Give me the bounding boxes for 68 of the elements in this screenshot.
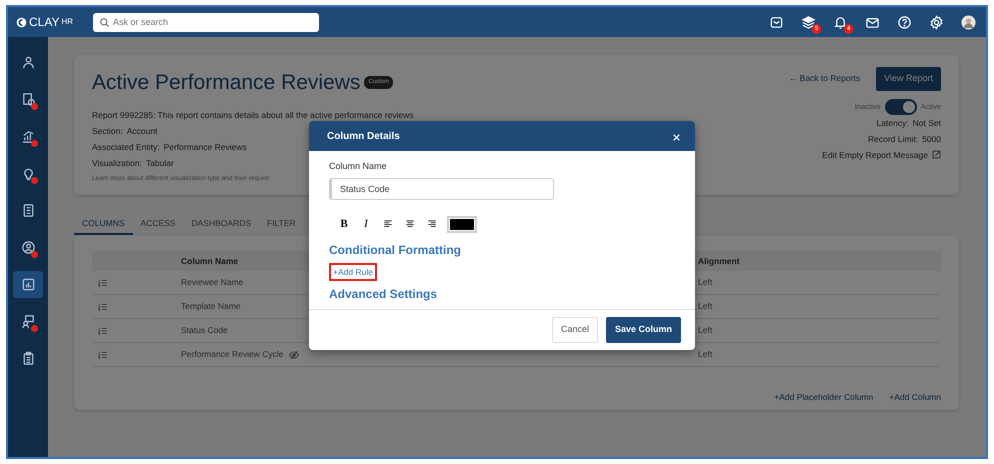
section-heading: Conditional Formatting: [329, 242, 461, 256]
report-title: Active Performance Reviews: [92, 70, 360, 96]
report-description: Report 9992285: This report contains details about all the active performance reviews: [92, 108, 414, 122]
field-label: Column Name: [329, 161, 387, 171]
drag-handle-icon[interactable]: [98, 350, 108, 360]
help-icon[interactable]: [896, 14, 912, 30]
clipboard-icon[interactable]: [20, 351, 36, 366]
align-center-icon[interactable]: [405, 219, 415, 230]
setting-value: 5000: [922, 132, 941, 146]
column-name-cell: Performance Review Cycle: [181, 348, 284, 361]
stack-icon[interactable]: [800, 14, 816, 30]
alignment-cell: Left: [698, 348, 712, 361]
field-label: Section:: [92, 124, 123, 138]
align-right-icon[interactable]: [427, 219, 437, 230]
drag-handle-icon[interactable]: [98, 302, 108, 312]
tab[interactable]: FILTER: [259, 213, 304, 235]
italic-button[interactable]: I: [359, 216, 373, 232]
document-icon[interactable]: [20, 203, 36, 218]
search-icon: [99, 16, 110, 28]
edit-icon: [932, 150, 941, 159]
field-label: Visualization:: [92, 156, 142, 170]
back-link[interactable]: ← Back to Reports: [788, 72, 860, 86]
alignment-cell: Left: [698, 276, 712, 289]
bell-icon[interactable]: [832, 14, 848, 30]
add-column-link[interactable]: +Add Column: [889, 391, 941, 404]
growth-chart-icon[interactable]: [20, 129, 36, 144]
person-circle-icon[interactable]: [20, 240, 36, 255]
add-column-link[interactable]: +Add Placeholder Column: [774, 391, 874, 404]
setting-value: Not Set: [912, 116, 941, 130]
avatar-icon[interactable]: [960, 14, 976, 30]
save-button[interactable]: Save Column: [606, 317, 681, 343]
setting-label: Latency:: [876, 116, 909, 130]
timer-icon[interactable]: [768, 14, 784, 30]
column-name-cell: Reviewee Name: [181, 276, 244, 289]
section-heading: Advanced Settings: [329, 287, 438, 302]
drag-handle-icon[interactable]: [98, 278, 108, 288]
alignment-cell: Left: [698, 324, 712, 337]
column-header: Alignment: [698, 254, 740, 268]
logo[interactable]: CLAY $^{HR}$: [16, 13, 74, 31]
view-report-button[interactable]: View Report: [876, 67, 941, 90]
align-left-icon[interactable]: [383, 219, 393, 230]
column-name-cell: Status Code: [181, 324, 228, 337]
color-swatch[interactable]: [447, 216, 477, 232]
alignment-cell: Left: [698, 300, 712, 313]
column-header: Column Name: [181, 254, 238, 268]
field-value: Account: [126, 124, 158, 138]
people-icon[interactable]: [20, 55, 36, 70]
toggle-switch[interactable]: [884, 98, 917, 114]
field-value: Tabular: [146, 156, 174, 170]
cancel-button[interactable]: Cancel: [552, 317, 598, 343]
column-name-field[interactable]: Status Code: [329, 178, 554, 200]
settings-icon[interactable]: [928, 14, 944, 30]
drag-handle-icon[interactable]: [98, 326, 108, 336]
sidebar-button[interactable]: [13, 271, 43, 298]
tab[interactable]: DASHBOARDS: [183, 213, 259, 235]
bold-button[interactable]: B: [337, 216, 351, 232]
field-value: Performance Reviews: [164, 140, 247, 154]
add-rule-link[interactable]: +Add Rule: [329, 262, 377, 282]
bar-chart-icon[interactable]: [20, 277, 36, 292]
report-icon[interactable]: [20, 92, 36, 107]
edit-message-link[interactable]: Edit Empty Report Message: [822, 146, 928, 162]
field-label: Associated Entity:: [92, 140, 160, 154]
team-board-icon[interactable]: [20, 314, 36, 329]
tab[interactable]: ACCESS: [132, 213, 184, 235]
setting-label: Record Limit:: [868, 132, 918, 146]
column-name-cell: Template Name: [181, 300, 241, 313]
dialog-title: Column Details: [327, 130, 400, 144]
search-field[interactable]: Ask or search: [93, 12, 320, 32]
